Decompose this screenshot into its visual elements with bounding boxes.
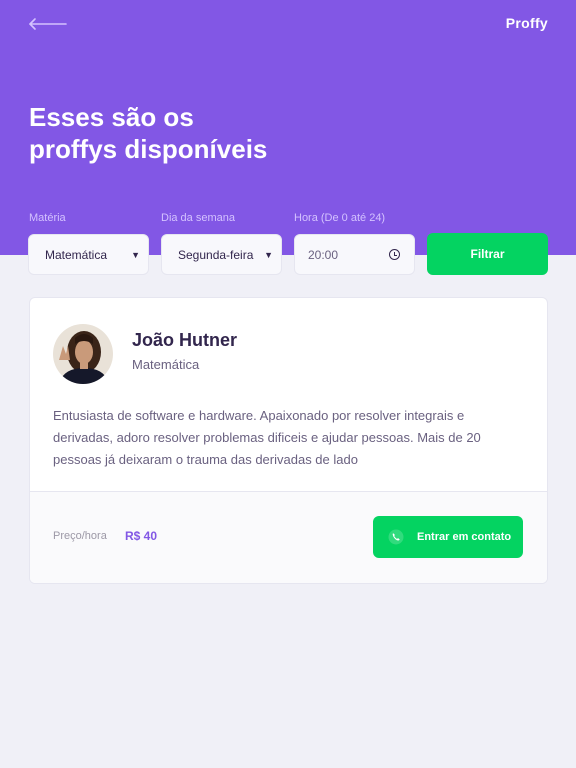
page-title: Esses são os proffys disponíveis bbox=[29, 101, 329, 165]
teacher-name: João Hutner bbox=[132, 330, 238, 350]
page-title-line-2: proffys disponíveis bbox=[29, 134, 268, 164]
time-input[interactable]: 20:00 bbox=[294, 234, 415, 275]
weekday-select[interactable]: Segunda-feira ▼ bbox=[161, 234, 282, 275]
teacher-card: João Hutner Matemática Entusiasta de sof… bbox=[29, 297, 548, 584]
chevron-down-icon: ▼ bbox=[131, 249, 140, 260]
subject-select[interactable]: Matemática ▼ bbox=[28, 234, 149, 275]
page-title-line-1: Esses são os bbox=[29, 102, 194, 132]
back-button[interactable] bbox=[26, 14, 70, 34]
price-label: Preço/hora bbox=[53, 530, 107, 542]
teacher-subject: Matemática bbox=[132, 357, 200, 372]
page-header: Proffy Esses são os proffys disponíveis … bbox=[0, 0, 576, 275]
arrow-left-icon bbox=[29, 18, 67, 30]
price-value: R$ 40 bbox=[125, 529, 158, 543]
weekday-select-value: Segunda-feira bbox=[178, 247, 254, 262]
clock-icon[interactable] bbox=[389, 249, 400, 260]
contact-button-label: Entrar em contato bbox=[417, 531, 512, 543]
whatsapp-icon bbox=[388, 529, 404, 545]
card-footer: Preço/hora R$ 40 Entrar em contato bbox=[30, 491, 547, 583]
subject-filter-label: Matéria bbox=[29, 212, 66, 224]
logo: Proffy bbox=[505, 15, 548, 31]
time-input-value: 20:00 bbox=[308, 247, 339, 262]
subject-select-value: Matemática bbox=[45, 247, 108, 262]
filter-button[interactable]: Filtrar bbox=[427, 233, 548, 275]
avatar bbox=[53, 324, 113, 384]
time-filter-label: Hora (De 0 até 24) bbox=[294, 212, 386, 224]
weekday-filter-label: Dia da semana bbox=[161, 212, 235, 224]
contact-button[interactable]: Entrar em contato bbox=[373, 516, 523, 558]
chevron-down-icon: ▼ bbox=[264, 249, 273, 260]
teacher-bio: Entusiasta de software e hardware. Apaix… bbox=[53, 408, 481, 467]
